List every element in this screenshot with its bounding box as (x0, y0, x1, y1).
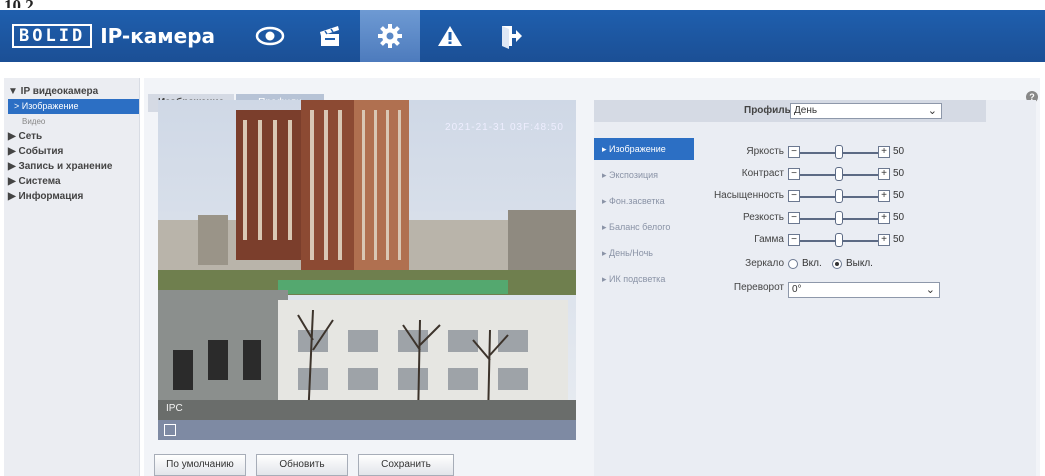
contrast-plus-button[interactable]: + (878, 168, 890, 180)
warning-icon (438, 26, 462, 46)
clapperboard-icon (320, 26, 339, 46)
settings-menu: ▸ Изображение ▸ Экспозиция ▸ Фон.засветк… (594, 138, 694, 294)
nav-playback[interactable] (300, 10, 360, 62)
sidebar-item-system[interactable]: ▶ Система (4, 174, 139, 189)
contrast-knob[interactable] (835, 167, 843, 181)
sidebar-item-video[interactable]: Видео (4, 114, 139, 129)
saturation-label: Насыщенность (713, 190, 784, 201)
mirror-label: Зеркало (745, 258, 784, 269)
menu-item-ir-light[interactable]: ▸ ИК подсветка (594, 268, 694, 290)
sharpness-plus-button[interactable]: + (878, 212, 890, 224)
page-number: 10.2 (4, 0, 34, 8)
sidebar-item-network[interactable]: ▶ Сеть (4, 129, 139, 144)
mirror-off-label: Выкл. (846, 258, 873, 269)
profile-label: Профиль (744, 105, 791, 116)
gear-icon (378, 24, 402, 48)
menu-item-image[interactable]: ▸ Изображение (594, 138, 694, 160)
flip-select-value: 0° (792, 284, 802, 295)
brightness-plus-button[interactable]: + (878, 146, 890, 158)
sidebar-item-events[interactable]: ▶ События (4, 144, 139, 159)
gamma-knob[interactable] (835, 233, 843, 247)
contrast-minus-button[interactable]: − (788, 168, 800, 180)
profile-select[interactable]: День ⌄ (790, 103, 942, 119)
image-settings-panel: Профиль День ⌄ ▸ Изображение ▸ Экспозици… (594, 100, 1036, 476)
video-preview: 2021-21-31 03F:48:50 IPC (158, 100, 576, 440)
nav-live-view[interactable] (240, 10, 300, 62)
nav-alarm[interactable] (420, 10, 480, 62)
logo: BOLID IP-камера (12, 24, 215, 48)
sharpness-knob[interactable] (835, 211, 843, 225)
eye-icon (255, 26, 285, 46)
chevron-down-icon: ⌄ (925, 284, 935, 296)
flip-select[interactable]: 0° ⌄ (788, 282, 940, 298)
gamma-minus-button[interactable]: − (788, 234, 800, 246)
brightness-label: Яркость (746, 146, 784, 157)
main-content: Изображение Профили ? (144, 78, 1040, 476)
refresh-button[interactable]: Обновить (256, 454, 348, 476)
top-header: BOLID IP-камера (0, 10, 1045, 62)
contrast-value: 50 (893, 168, 905, 179)
app-root: 10.2 BOLID IP-камера (0, 0, 1045, 476)
saturation-minus-button[interactable]: − (788, 190, 800, 202)
menu-item-backlight[interactable]: ▸ Фон.засветка (594, 190, 694, 212)
main-nav (240, 10, 540, 62)
brightness-minus-button[interactable]: − (788, 146, 800, 158)
sidebar-item-info[interactable]: ▶ Информация (4, 189, 139, 204)
saturation-knob[interactable] (835, 189, 843, 203)
saturation-plus-button[interactable]: + (878, 190, 890, 202)
gamma-plus-button[interactable]: + (878, 234, 890, 246)
nav-settings[interactable] (360, 10, 420, 62)
save-button[interactable]: Сохранить (358, 454, 454, 476)
logo-box: BOLID (12, 24, 93, 48)
sharpness-label: Резкость (743, 212, 784, 223)
contrast-label: Контраст (741, 168, 784, 179)
default-button[interactable]: По умолчанию (154, 454, 246, 476)
exit-icon (502, 26, 522, 49)
saturation-value: 50 (893, 190, 905, 201)
mirror-on-label: Вкл. (802, 258, 822, 269)
menu-item-day-night[interactable]: ▸ День/Ночь (594, 242, 694, 264)
sidebar-item-storage[interactable]: ▶ Запись и хранение (4, 159, 139, 174)
profile-select-value: День (794, 105, 818, 116)
brightness-knob[interactable] (835, 145, 843, 159)
menu-item-exposure[interactable]: ▸ Экспозиция (594, 164, 694, 186)
mirror-on-radio[interactable] (788, 259, 798, 269)
left-sidebar: ▼ IP видеокамера > Изображение Видео ▶ С… (4, 78, 140, 476)
menu-item-white-balance[interactable]: ▸ Баланс белого (594, 216, 694, 238)
chevron-down-icon: ⌄ (927, 105, 937, 117)
gamma-label: Гамма (754, 234, 784, 245)
fullscreen-icon[interactable] (164, 424, 176, 436)
video-timestamp: 2021-21-31 03F:48:50 (445, 122, 564, 133)
sharpness-minus-button[interactable]: − (788, 212, 800, 224)
camera-scene-image (158, 100, 576, 420)
gamma-value: 50 (893, 234, 905, 245)
video-channel-label: IPC (166, 403, 183, 414)
sharpness-value: 50 (893, 212, 905, 223)
brightness-value: 50 (893, 146, 905, 157)
profile-header: Профиль День ⌄ (594, 100, 986, 122)
sidebar-item-ip-camera[interactable]: ▼ IP видеокамера (4, 84, 139, 99)
nav-logout[interactable] (480, 10, 540, 62)
sidebar-item-image[interactable]: > Изображение (8, 99, 139, 114)
flip-label: Переворот (733, 282, 784, 293)
video-toolbar (158, 420, 576, 440)
mirror-off-radio[interactable] (832, 259, 842, 269)
logo-text: IP-камера (100, 24, 216, 48)
